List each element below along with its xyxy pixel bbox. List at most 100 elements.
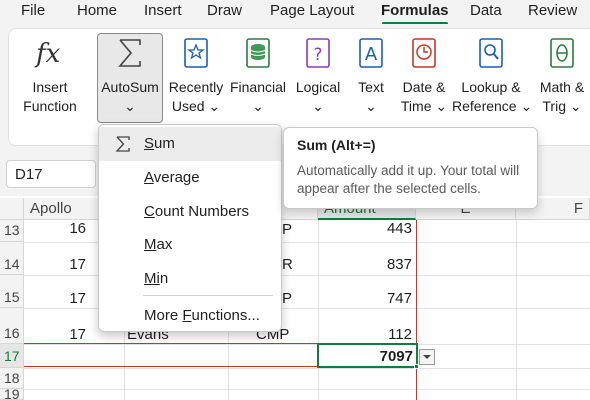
menu-item-max-accel: M [144,236,157,253]
menu-item-more-label: unctions... [191,307,260,324]
menu-item-sum-accel: S [144,135,155,152]
row-header-18[interactable]: 18 [0,368,24,389]
theta-book-icon [550,38,574,68]
autosum-label: AutoSum [101,79,159,95]
date-time-button[interactable]: Date & Time ⌄ [398,36,450,120]
tab-formulas[interactable]: Formulas [381,2,449,19]
logical-label: Logical [295,79,341,95]
menu-separator [143,295,273,296]
fx-icon: fx [34,39,61,69]
tab-page-layout[interactable]: Page Layout [270,2,354,19]
cell-amount-15[interactable]: 747 [318,290,412,307]
cell-c-15[interactable]: P [282,290,292,307]
name-box[interactable]: D17 [6,160,96,188]
cell-apollo-15[interactable]: 17 [24,290,86,307]
text-functions-button[interactable]: A Text ⌄ [348,36,394,120]
logical-button[interactable]: ? Logical ⌄ [290,36,346,120]
sigma-icon [118,39,141,67]
recently-used-button[interactable]: Recently Used ⌄ [166,36,226,120]
math-trig-button[interactable]: Math & Trig ⌄ [534,36,590,120]
financial-label: Financial [229,79,287,95]
svg-text:?: ? [313,45,322,65]
recently-used-label-1: Recently [168,79,224,95]
text-functions-label: Text [358,79,384,95]
autofill-options-button[interactable] [419,349,435,365]
text-functions-chevron: ⌄ [365,98,377,114]
math-trig-label-2: Trig ⌄ [542,98,582,114]
autosum-button[interactable]: AutoSum ⌄ [97,36,163,120]
autosum-chevron: ⌄ [124,98,136,114]
menu-item-more-prefix: More [144,307,183,324]
logical-chevron: ⌄ [312,98,324,114]
gridline [24,368,590,369]
cell-amount-14[interactable]: 837 [318,256,412,273]
tab-home[interactable]: Home [77,2,117,19]
question-book-icon: ? [306,38,330,68]
menu-item-count-accel: C [144,203,155,220]
lookup-reference-label-1: Lookup & [461,79,521,95]
autosum-dropdown-menu: Sum Average Count Numbers Max Min More F… [98,124,282,332]
tab-insert[interactable]: Insert [144,2,182,19]
menu-item-more-functions[interactable]: More Functions... [99,299,281,333]
cell-c-14[interactable]: R [282,256,293,273]
active-cell-d17[interactable]: 7097 [317,343,418,368]
row-header-14[interactable]: 14 [0,242,24,275]
dropdown-arrow-icon [423,355,431,359]
cell-total: 7097 [379,348,413,365]
tab-draw[interactable]: Draw [207,2,242,19]
cell-c-13[interactable]: P [282,221,292,238]
row-header-19[interactable]: 19 [0,389,24,400]
marching-border-bottom [24,366,318,367]
svg-text:A: A [365,44,378,65]
menu-item-average-accel: A [144,169,154,186]
date-time-label-1: Date & [402,79,446,95]
sigma-icon [115,136,130,152]
lookup-reference-button[interactable]: Lookup & Reference ⌄ [452,36,533,120]
worksheet-grid [0,198,590,400]
cell-apollo-13[interactable]: 16 [24,220,86,237]
insert-function-button[interactable]: fx Insert Function [18,36,82,120]
menu-item-sum-label: um [154,135,175,152]
cell-apollo-16[interactable]: 17 [24,326,86,343]
tab-file[interactable]: File [21,2,45,19]
row-header-15[interactable]: 15 [0,275,24,308]
gridline [24,389,590,390]
tab-review[interactable]: Review [528,2,577,19]
letter-a-book-icon: A [359,38,383,68]
magnifier-book-icon [479,38,503,68]
menu-item-min[interactable]: Min [99,262,281,296]
svg-text:fx: fx [34,39,61,69]
row-header-16[interactable]: 16 [0,308,24,344]
marching-border-right [416,220,417,400]
coins-icon [246,38,270,68]
lookup-reference-label-2: Reference ⌄ [452,98,533,114]
menu-item-count-numbers[interactable]: Count Numbers [99,195,281,229]
menu-item-average-label: verage [153,169,200,186]
cell-apollo-14[interactable]: 17 [24,256,86,273]
financial-chevron: ⌄ [252,98,264,114]
gridline [516,220,517,400]
menu-item-sum[interactable]: Sum [99,127,281,161]
tooltip-description: Automatically add it up. Your total will… [297,163,520,196]
cell-amount-13[interactable]: 443 [318,220,412,237]
date-time-label-2: Time ⌄ [400,98,448,114]
menu-bar: File Home Insert Draw Page Layout Formul… [0,0,590,25]
menu-item-count-label: ount Numbers [154,203,250,220]
math-trig-label-1: Math & [539,79,585,95]
gridline [318,220,319,400]
menu-item-more-accel: F [182,307,192,324]
tooltip-title: Sum (Alt+=) [297,137,376,153]
tab-data[interactable]: Data [470,2,502,19]
clock-book-icon [412,38,436,68]
row-header-17[interactable]: 17 [0,344,24,368]
sum-tooltip: Sum (Alt+=) Automatically add it up. You… [283,127,538,209]
select-all-corner[interactable] [0,198,24,220]
star-book-icon [184,38,208,68]
row-header-13[interactable]: 13 [0,220,24,242]
menu-item-max[interactable]: Max [99,228,281,262]
financial-button[interactable]: Financial ⌄ [228,36,288,120]
menu-item-average[interactable]: Average [99,161,281,195]
recently-used-label-2: Used ⌄ [171,98,221,114]
gridline [24,344,590,345]
cell-amount-16[interactable]: 112 [318,326,412,343]
